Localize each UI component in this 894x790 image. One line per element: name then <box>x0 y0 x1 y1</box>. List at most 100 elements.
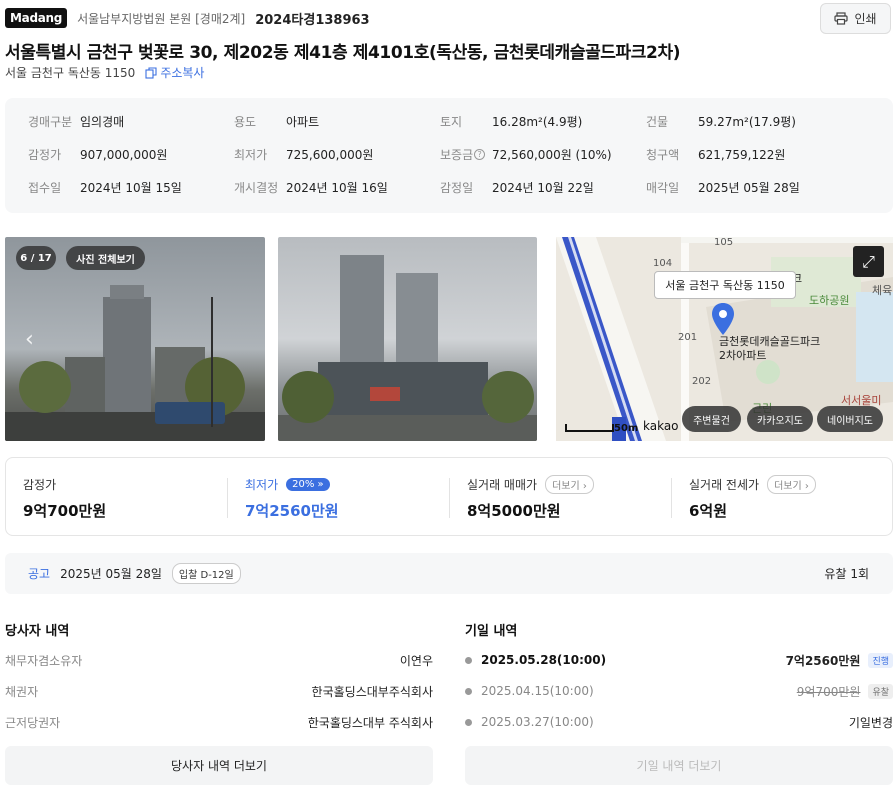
map-label: 201 <box>678 332 698 343</box>
info-value: 621,759,122원 <box>698 147 786 162</box>
info-value: 2024년 10월 16일 <box>286 180 388 195</box>
timeline-dot-icon <box>465 718 472 726</box>
history-row: 2025.04.15(10:00) 9억700만원 유찰 <box>465 681 893 701</box>
map-label: 체육 <box>872 284 893 297</box>
chevron-right-icon: › <box>582 480 587 492</box>
more-button[interactable]: 더보기 › <box>545 474 594 494</box>
map-address-tooltip: 서울 금천구 독산동 1150 <box>654 271 796 299</box>
parties-more-button[interactable]: 당사자 내역 더보기 <box>5 746 433 785</box>
sub-address: 서울 금천구 독산동 1150 <box>5 66 136 80</box>
party-value: 한국홀딩스대부주식회사 <box>311 684 433 699</box>
copy-icon <box>145 66 157 79</box>
notice-keyword[interactable]: 공고 <box>28 565 50 582</box>
naver-map-button[interactable]: 네이버지도 <box>817 406 883 432</box>
info-label: 감정일 <box>440 180 474 195</box>
property-photo[interactable] <box>278 237 537 441</box>
info-value: 907,000,000원 <box>80 147 168 162</box>
fail-count: 유찰 1회 <box>824 567 869 581</box>
court-name: 서울남부지방법원 본원 [경매2계] <box>77 11 246 26</box>
print-button[interactable]: 인쇄 <box>820 3 891 34</box>
info-row: 접수일 2024년 10월 15일 개시결정 2024년 10월 16일 감정일 20… <box>5 177 893 197</box>
info-value: 아파트 <box>286 114 320 129</box>
price-value: 8억5000만원 <box>467 502 561 520</box>
info-label: 건물 <box>646 114 669 129</box>
history-row: 2025.03.27(10:00) 기일변경 <box>465 712 893 732</box>
info-label: 보증금 <box>440 147 474 162</box>
party-row: 근저당권자 한국홀딩스대부 주식회사 <box>5 712 433 732</box>
price-value: 9억700만원 <box>23 502 107 520</box>
party-label: 채권자 <box>5 684 39 699</box>
history-date: 2025.04.15(10:00) <box>481 684 594 698</box>
kakao-map-button[interactable]: 카카오지도 <box>747 406 813 432</box>
map-label: 2차아파트 <box>719 349 767 362</box>
info-row: 경매구분 임의경매 용도 아파트 토지 16.28m²(4.9평) 건물 59.27m²… <box>5 111 893 131</box>
map-scale-label: 50m <box>614 423 639 434</box>
history-more-button[interactable]: 기일 내역 더보기 <box>465 746 893 785</box>
party-value: 한국홀딩스대부 주식회사 <box>307 715 433 730</box>
nearby-items-button[interactable]: 주변물건 <box>682 406 741 432</box>
location-pin-icon <box>712 303 734 335</box>
timeline-dot-icon <box>465 656 472 664</box>
info-value: 2025년 05월 28일 <box>698 180 800 195</box>
property-photo[interactable]: 6 / 17 사진 전체보기 ‹ <box>5 237 265 441</box>
minimum-price: 최저가 20% » 7억2560만원 <box>228 458 450 537</box>
info-label: 경매구분 <box>28 114 73 129</box>
expand-map-button[interactable]: ⤢ <box>853 246 884 277</box>
price-label: 최저가 <box>245 477 279 492</box>
chevron-right-icon: › <box>804 480 809 492</box>
map-scale-bar <box>565 424 614 432</box>
photo-counter: 6 / 17 <box>16 246 56 270</box>
more-button[interactable]: 더보기 › <box>767 474 816 494</box>
map-label: 도하공원 <box>809 294 850 307</box>
party-label: 채무자겸소유자 <box>5 653 83 668</box>
history-row: 2025.05.28(10:00) 7억2560만원 진행 <box>465 650 893 670</box>
chevron-left-icon[interactable]: ‹ <box>25 327 34 352</box>
history-title: 기일 내역 <box>465 624 518 639</box>
print-label: 인쇄 <box>854 12 877 26</box>
history-amount: 9억700만원 <box>796 684 861 699</box>
location-map[interactable]: 105 104 201 202 도하공원 금천롯데캐슬골드파크 2차아파트 크 … <box>556 237 893 441</box>
case-info-box: 경매구분 임의경매 용도 아파트 토지 16.28m²(4.9평) 건물 59.27m²… <box>5 98 893 213</box>
case-number: 2024타경138963 <box>255 12 370 28</box>
info-row: 감정가 907,000,000원 최저가 725,600,000원 보증금? 72,5… <box>5 144 893 164</box>
copy-address-button[interactable]: 주소복사 <box>145 64 204 81</box>
auction-notice-bar: 공고 2025년 05월 28일 입찰 D-12일 유찰 1회 <box>5 553 893 594</box>
info-value: 2024년 10월 22일 <box>492 180 594 195</box>
info-label: 토지 <box>440 114 463 129</box>
copy-address-label: 주소복사 <box>160 66 205 80</box>
printer-icon <box>834 12 849 25</box>
price-value: 7억2560만원 <box>245 502 339 520</box>
history-date: 2025.05.28(10:00) <box>481 653 607 667</box>
kakao-map-logo: kakao <box>643 419 679 433</box>
status-badge: 진행 <box>868 652 893 668</box>
status-badge: 유찰 <box>868 683 893 699</box>
page-title: 서울특별시 금천구 벚꽃로 30, 제202동 제41층 제4101호(독산동,… <box>5 43 681 63</box>
history-amount: 7억2560만원 <box>785 653 861 668</box>
real-trade-price: 실거래 매매가 더보기 › 8억5000만원 <box>450 458 672 537</box>
building-photo-illustration <box>278 255 537 441</box>
map-label: 104 <box>653 258 673 269</box>
history-amount: 기일변경 <box>848 715 893 730</box>
map-label: 202 <box>692 376 712 387</box>
info-value: 72,560,000원 (10%) <box>492 147 612 162</box>
view-all-photos-button[interactable]: 사진 전체보기 <box>66 246 145 270</box>
help-icon[interactable]: ? <box>474 148 486 160</box>
price-summary: 감정가 9억700만원 최저가 20% » 7억2560만원 실거래 매매가 더보기… <box>5 457 893 536</box>
price-label: 감정가 <box>23 477 57 492</box>
info-label: 최저가 <box>234 147 268 162</box>
party-label: 근저당권자 <box>5 715 61 730</box>
madang-logo[interactable]: Madang <box>5 8 68 28</box>
history-date: 2025.03.27(10:00) <box>481 715 594 729</box>
party-row: 채권자 한국홀딩스대부주식회사 <box>5 681 433 701</box>
party-row: 채무자겸소유자 이연우 <box>5 650 433 670</box>
real-lease-price: 실거래 전세가 더보기 › 6억원 <box>672 458 894 537</box>
info-value: 16.28m²(4.9평) <box>492 114 583 129</box>
top-bar: Madang 서울남부지방법원 본원 [경매2계] 2024타경138963 인… <box>5 3 894 34</box>
chevron-down-icon: » <box>317 478 324 490</box>
notice-date: 2025년 05월 28일 <box>60 567 162 581</box>
appraisal-price: 감정가 9억700만원 <box>6 458 228 537</box>
map-label: 105 <box>714 237 734 248</box>
info-value: 725,600,000원 <box>286 147 374 162</box>
info-value: 2024년 10월 15일 <box>80 180 182 195</box>
discount-badge: 20% » <box>286 477 330 491</box>
